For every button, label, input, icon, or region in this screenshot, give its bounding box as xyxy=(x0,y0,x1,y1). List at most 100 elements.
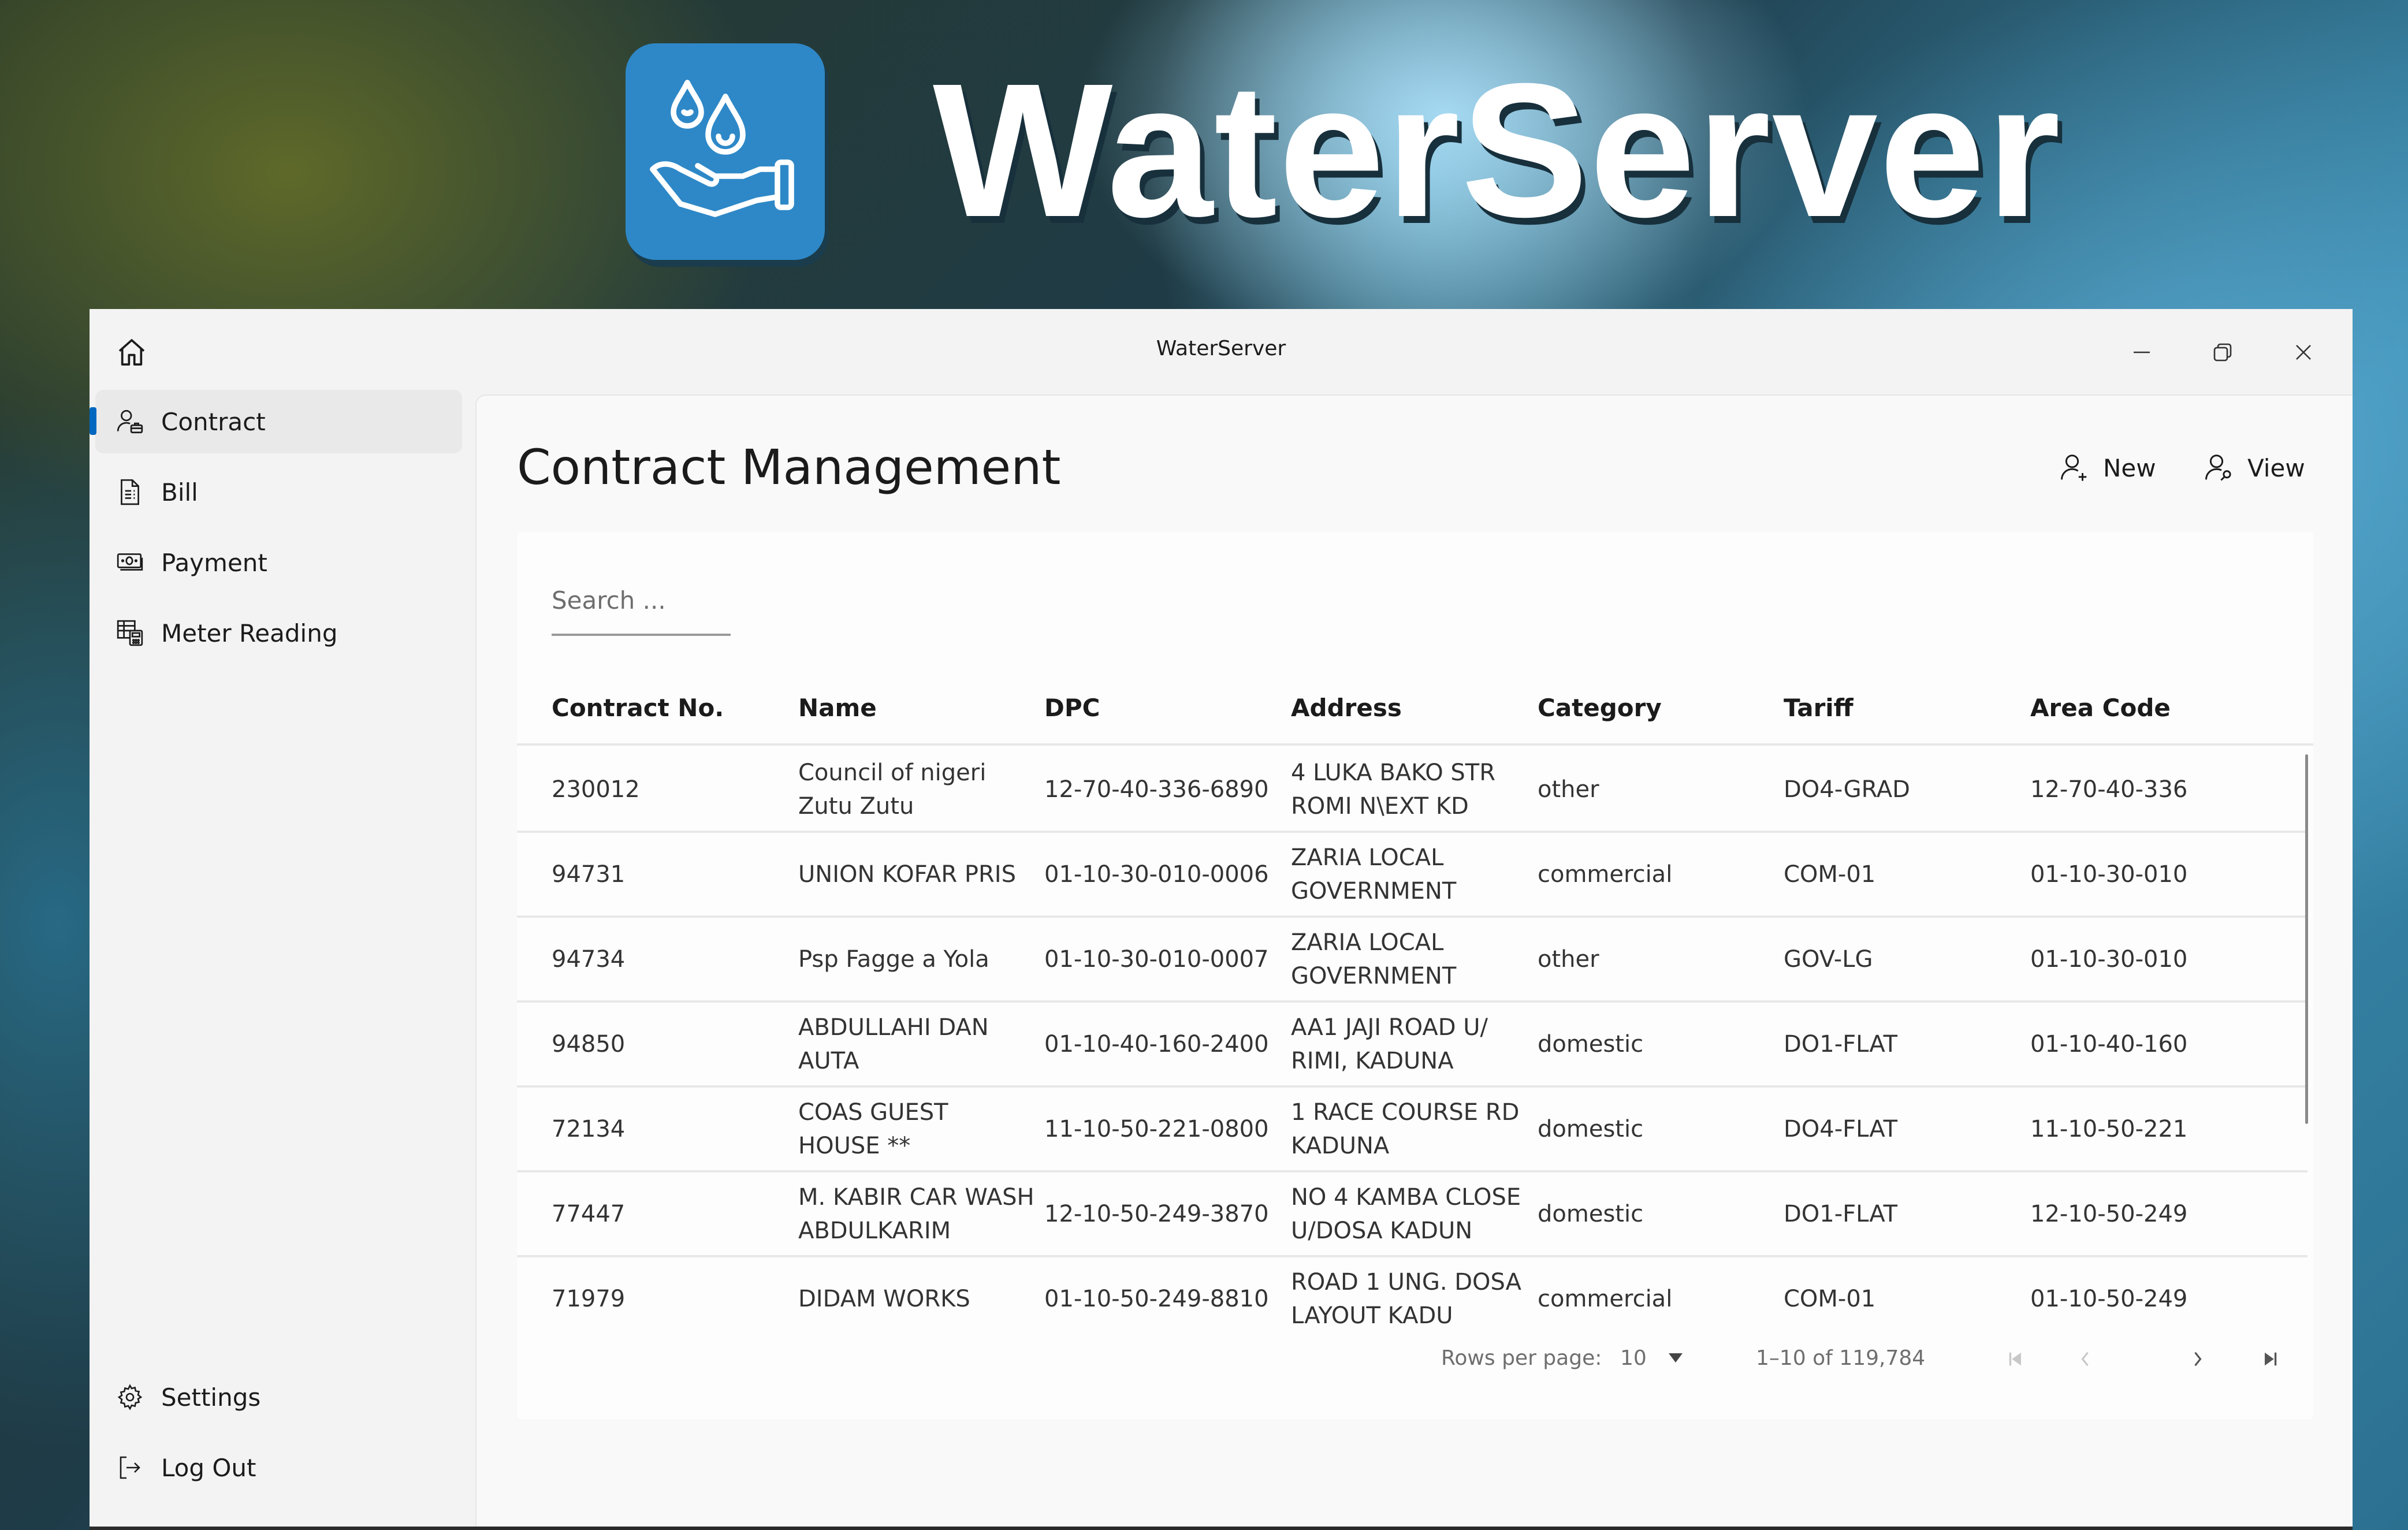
cell-contract-no: 77447 xyxy=(552,1200,626,1227)
window-bottom-edge xyxy=(90,1527,2353,1530)
table-header: Contract No. Name DPC Address Category T… xyxy=(517,671,2313,746)
app-banner: WaterServer xyxy=(0,0,2408,309)
cell-name: Council of nigeri Zutu Zutu xyxy=(798,759,987,820)
sidebar-item-payment[interactable]: Payment xyxy=(95,531,462,594)
last-page-button[interactable] xyxy=(2253,1342,2287,1376)
rows-per-page-label: Rows per page: xyxy=(1441,1346,1602,1370)
cell-area-code: 11-10-50-221 xyxy=(2030,1115,2188,1142)
hand-water-drops-icon xyxy=(649,79,794,217)
selection-indicator xyxy=(90,407,96,435)
cell-address: ZARIA LOCAL GOVERNMENT xyxy=(1291,844,1457,904)
sidebar-item-contract[interactable]: Contract xyxy=(90,390,462,453)
cell-contract-no: 72134 xyxy=(552,1115,626,1142)
column-header-contract-no[interactable]: Contract No. xyxy=(552,694,794,722)
table-scrollbar[interactable] xyxy=(2305,754,2308,1124)
money-icon xyxy=(113,545,147,580)
table-row[interactable]: 77447 M. KABIR CAR WASH ABDULKARIM 12-10… xyxy=(517,1172,2307,1257)
cell-dpc: 11-10-50-221-0800 xyxy=(1044,1115,1269,1142)
cell-dpc: 01-10-30-010-0006 xyxy=(1044,861,1269,888)
cell-dpc: 12-10-50-249-3870 xyxy=(1044,1200,1269,1227)
minimize-button[interactable] xyxy=(2116,326,2168,378)
cell-name: M. KABIR CAR WASH ABDULKARIM xyxy=(798,1183,1034,1244)
column-header-area-code[interactable]: Area Code xyxy=(2030,694,2273,722)
cell-address: ROAD 1 UNG. DOSA LAYOUT KADU xyxy=(1291,1268,1522,1326)
window-title: WaterServer xyxy=(1156,337,1286,360)
sidebar-item-label: Contract xyxy=(161,407,266,436)
first-page-button[interactable] xyxy=(1998,1342,2033,1376)
sidebar-item-bill[interactable]: Bill xyxy=(95,460,462,524)
cell-area-code: 01-10-30-010 xyxy=(2030,861,2188,888)
sidebar-item-meter-reading[interactable]: Meter Reading xyxy=(95,601,462,665)
cell-area-code: 01-10-50-249 xyxy=(2030,1285,2188,1312)
table-row[interactable]: 230012 Council of nigeri Zutu Zutu 12-70… xyxy=(517,748,2307,833)
content-area: Contract Management New View Contract No… xyxy=(475,394,2353,1530)
dropdown-arrow-icon[interactable] xyxy=(1666,1351,1685,1367)
cell-category: commercial xyxy=(1538,1285,1673,1312)
cell-area-code: 01-10-40-160 xyxy=(2030,1030,2188,1058)
sidebar-item-label: Log Out xyxy=(161,1453,256,1482)
cell-address: 4 LUKA BAKO STR ROMI N\EXT KD xyxy=(1291,759,1496,820)
gear-icon xyxy=(113,1380,147,1414)
table-row[interactable]: 94850 ABDULLAHI DAN AUTA 01-10-40-160-24… xyxy=(517,1003,2307,1088)
cell-contract-no: 94734 xyxy=(552,945,626,973)
table-body: 230012 Council of nigeri Zutu Zutu 12-70… xyxy=(517,748,2313,1326)
document-icon xyxy=(113,475,147,509)
new-contract-button[interactable]: New xyxy=(2059,448,2156,488)
cell-dpc: 01-10-30-010-0007 xyxy=(1044,945,1269,973)
column-header-tariff[interactable]: Tariff xyxy=(1784,694,2026,722)
cell-category: domestic xyxy=(1538,1200,1644,1227)
app-window: WaterServer Contract Bill Payment Meter … xyxy=(90,309,2353,1530)
cell-dpc: 01-10-40-160-2400 xyxy=(1044,1030,1269,1058)
calculator-table-icon xyxy=(113,616,147,650)
table-row[interactable]: 94734 Psp Fagge a Yola 01-10-30-010-0007… xyxy=(517,918,2307,1003)
rows-per-page-select[interactable]: 10 xyxy=(1620,1346,1647,1370)
restore-icon xyxy=(2213,343,2232,362)
page-title: Contract Management xyxy=(517,439,1061,496)
cell-address: AA1 JAJI ROAD U/ RIMI, KADUNA xyxy=(1291,1014,1488,1074)
column-header-category[interactable]: Category xyxy=(1538,694,1780,722)
pagination-bar: Rows per page: 10 1–10 of 119,784 xyxy=(517,1329,2313,1387)
new-label: New xyxy=(2103,453,2156,482)
person-search-icon xyxy=(2205,455,2231,481)
cell-category: other xyxy=(1538,776,1599,803)
search-input[interactable] xyxy=(552,567,731,636)
restore-button[interactable] xyxy=(2197,326,2249,378)
table-row[interactable]: 72134 COAS GUEST HOUSE ** 11-10-50-221-0… xyxy=(517,1088,2307,1172)
cell-contract-no: 94731 xyxy=(552,861,626,888)
first-page-icon xyxy=(2009,1352,2021,1366)
cell-dpc: 12-70-40-336-6890 xyxy=(1044,776,1269,803)
previous-page-icon xyxy=(2081,1352,2089,1367)
next-page-button[interactable] xyxy=(2180,1342,2215,1376)
person-add-icon xyxy=(2061,455,2087,481)
cell-tariff: DO4-FLAT xyxy=(1784,1115,1898,1142)
close-button[interactable] xyxy=(2277,326,2329,378)
sidebar-item-label: Bill xyxy=(161,478,198,507)
cell-address: 1 RACE COURSE RD KADUNA xyxy=(1291,1099,1520,1159)
last-page-icon xyxy=(2265,1352,2277,1366)
cell-contract-no: 94850 xyxy=(552,1030,626,1058)
sidebar-item-label: Payment xyxy=(161,548,267,577)
cell-area-code: 12-70-40-336 xyxy=(2030,776,2188,803)
cell-contract-no: 71979 xyxy=(552,1285,626,1312)
view-contract-button[interactable]: View xyxy=(2204,448,2305,488)
cell-address: ZARIA LOCAL GOVERNMENT xyxy=(1291,929,1457,989)
column-header-name[interactable]: Name xyxy=(798,694,1041,722)
sign-out-icon xyxy=(113,1450,147,1485)
app-logo xyxy=(626,43,825,260)
sidebar-nav: Contract Bill Payment Meter Reading Sett… xyxy=(90,390,474,1530)
brand-title: WaterServer xyxy=(933,43,2062,256)
cell-tariff: GOV-LG xyxy=(1784,945,1873,973)
table-row[interactable]: 71979 DIDAM WORKS 01-10-50-249-8810 ROAD… xyxy=(517,1257,2307,1326)
cell-category: domestic xyxy=(1538,1115,1644,1142)
cell-name: DIDAM WORKS xyxy=(798,1285,970,1312)
cell-address: NO 4 KAMBA CLOSE U/DOSA KADUN xyxy=(1291,1183,1521,1244)
cell-area-code: 12-10-50-249 xyxy=(2030,1200,2188,1227)
table-row[interactable]: 94731 UNION KOFAR PRIS 01-10-30-010-0006… xyxy=(517,833,2307,918)
sidebar-item-settings[interactable]: Settings xyxy=(95,1365,462,1429)
sidebar-item-log-out[interactable]: Log Out xyxy=(95,1436,462,1499)
column-header-address[interactable]: Address xyxy=(1291,694,1534,722)
column-header-dpc[interactable]: DPC xyxy=(1044,694,1287,722)
title-bar: WaterServer xyxy=(90,309,2353,390)
previous-page-button[interactable] xyxy=(2068,1342,2102,1376)
cell-category: commercial xyxy=(1538,861,1673,888)
